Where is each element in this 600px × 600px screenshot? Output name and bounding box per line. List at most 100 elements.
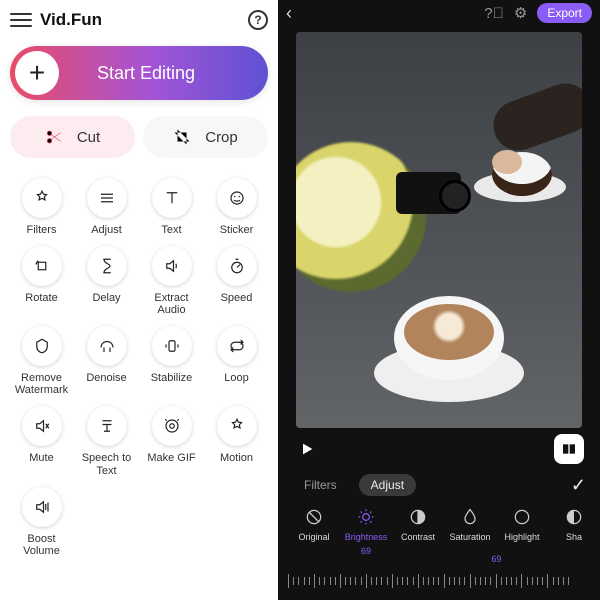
adjustments-row: Original Brightness 69 Contrast Saturation Hi… bbox=[278, 496, 600, 556]
menu-icon[interactable] bbox=[10, 13, 32, 27]
scissors-icon bbox=[45, 128, 63, 146]
settings-icon[interactable]: ⚙ bbox=[514, 4, 527, 22]
tool-boost-volume[interactable]: Boost Volume bbox=[10, 485, 73, 559]
adjust-shadow[interactable]: Sha bbox=[548, 506, 600, 556]
tool-speech-to-text[interactable]: Speech to Text bbox=[75, 404, 138, 478]
adjust-label: Original bbox=[298, 532, 329, 542]
tool-label: Speed bbox=[221, 292, 253, 304]
tool-make-gif[interactable]: Make GIF bbox=[140, 404, 203, 478]
delay-icon bbox=[87, 246, 127, 286]
tool-label: Motion bbox=[220, 452, 253, 464]
tool-label: Filters bbox=[27, 224, 57, 236]
adjust-value: 69 bbox=[361, 546, 371, 556]
adjust-label: Brightness bbox=[345, 532, 388, 542]
tool-label: Delay bbox=[92, 292, 120, 304]
tool-rotate[interactable]: Rotate bbox=[10, 244, 73, 318]
tool-label: Sticker bbox=[220, 224, 254, 236]
tool-filters[interactable]: Filters bbox=[10, 176, 73, 238]
tool-extract-audio[interactable]: Extract Audio bbox=[140, 244, 203, 318]
adjust-contrast[interactable]: Contrast bbox=[392, 506, 444, 556]
brightness-icon bbox=[355, 506, 377, 528]
boost-volume-icon bbox=[22, 487, 62, 527]
video-preview[interactable] bbox=[296, 32, 582, 428]
rotate-icon bbox=[22, 246, 62, 286]
tool-label: Loop bbox=[224, 372, 248, 384]
cut-button[interactable]: Cut bbox=[10, 116, 135, 158]
adjust-brightness[interactable]: Brightness 69 bbox=[340, 506, 392, 556]
preview-camera bbox=[396, 172, 461, 214]
tool-mute[interactable]: Mute bbox=[10, 404, 73, 478]
tool-label: Denoise bbox=[86, 372, 126, 384]
confirm-icon[interactable]: ✓ bbox=[571, 475, 586, 496]
adjust-original[interactable]: Original bbox=[288, 506, 340, 556]
play-row bbox=[278, 428, 600, 464]
highlight-icon bbox=[511, 506, 533, 528]
adjust-label: Sha bbox=[566, 532, 582, 542]
left-panel: Vid.Fun ? + Start Editing Cut Crop Filte… bbox=[0, 0, 278, 600]
adjust-saturation[interactable]: Saturation bbox=[444, 506, 496, 556]
editor-panel: ‹ ?⃝ ⚙ Export Filters Adjust ✓ Original B… bbox=[278, 0, 600, 600]
remove-watermark-icon bbox=[22, 326, 62, 366]
stabilize-icon bbox=[152, 326, 192, 366]
original-icon bbox=[303, 506, 325, 528]
tool-remove-watermark[interactable]: Remove Watermark bbox=[10, 324, 73, 398]
preview-latte-cup bbox=[394, 296, 504, 380]
adjust-icon bbox=[87, 178, 127, 218]
tool-label: Mute bbox=[29, 452, 53, 464]
crop-label: Crop bbox=[205, 129, 238, 146]
app-title: Vid.Fun bbox=[40, 10, 248, 30]
start-editing-button[interactable]: + Start Editing bbox=[10, 46, 268, 100]
tool-adjust[interactable]: Adjust bbox=[75, 176, 138, 238]
tool-label: Text bbox=[161, 224, 181, 236]
cut-label: Cut bbox=[77, 129, 100, 146]
tool-label: Make GIF bbox=[147, 452, 195, 464]
adjust-highlight[interactable]: Highlight bbox=[496, 506, 548, 556]
adjust-label: Contrast bbox=[401, 532, 435, 542]
tool-label: Remove Watermark bbox=[15, 372, 68, 396]
topbar: Vid.Fun ? bbox=[10, 6, 268, 34]
tool-label: Speech to Text bbox=[82, 452, 132, 476]
plus-icon: + bbox=[15, 51, 59, 95]
cut-crop-row: Cut Crop bbox=[10, 116, 268, 158]
contrast-icon bbox=[407, 506, 429, 528]
make-gif-icon bbox=[152, 406, 192, 446]
slider-value-label: 69 bbox=[491, 554, 501, 564]
back-icon[interactable]: ‹ bbox=[286, 3, 292, 24]
adjust-label: Highlight bbox=[504, 532, 539, 542]
tool-stabilize[interactable]: Stabilize bbox=[140, 324, 203, 398]
tool-delay[interactable]: Delay bbox=[75, 244, 138, 318]
tab-adjust[interactable]: Adjust bbox=[359, 474, 416, 496]
tool-denoise[interactable]: Denoise bbox=[75, 324, 138, 398]
tool-label: Boost Volume bbox=[23, 533, 60, 557]
filters-icon bbox=[22, 178, 62, 218]
compare-button[interactable] bbox=[554, 434, 584, 464]
tool-motion[interactable]: Motion bbox=[205, 404, 268, 478]
help-icon[interactable]: ? bbox=[248, 10, 268, 30]
export-button[interactable]: Export bbox=[537, 3, 592, 23]
speed-icon bbox=[217, 246, 257, 286]
help-icon[interactable]: ?⃝ bbox=[484, 5, 504, 22]
tool-loop[interactable]: Loop bbox=[205, 324, 268, 398]
value-slider[interactable]: 69 bbox=[288, 562, 590, 596]
play-button[interactable] bbox=[294, 436, 320, 462]
tool-text[interactable]: Text bbox=[140, 176, 203, 238]
denoise-icon bbox=[87, 326, 127, 366]
editor-topbar: ‹ ?⃝ ⚙ Export bbox=[278, 0, 600, 26]
tool-label: Rotate bbox=[25, 292, 57, 304]
loop-icon bbox=[217, 326, 257, 366]
start-editing-label: Start Editing bbox=[59, 63, 263, 84]
shadow-icon bbox=[563, 506, 585, 528]
tab-filters[interactable]: Filters bbox=[292, 474, 349, 496]
tools-grid: Filters Adjust Text Sticker Rotate Delay Extra… bbox=[10, 176, 268, 559]
tool-sticker[interactable]: Sticker bbox=[205, 176, 268, 238]
extract-audio-icon bbox=[152, 246, 192, 286]
adjust-tabs: Filters Adjust ✓ bbox=[278, 464, 600, 496]
motion-icon bbox=[217, 406, 257, 446]
sticker-icon bbox=[217, 178, 257, 218]
adjust-label: Saturation bbox=[449, 532, 490, 542]
tool-label: Adjust bbox=[91, 224, 122, 236]
tool-speed[interactable]: Speed bbox=[205, 244, 268, 318]
crop-button[interactable]: Crop bbox=[143, 116, 268, 158]
tool-label: Extract Audio bbox=[140, 292, 203, 316]
crop-icon bbox=[173, 128, 191, 146]
